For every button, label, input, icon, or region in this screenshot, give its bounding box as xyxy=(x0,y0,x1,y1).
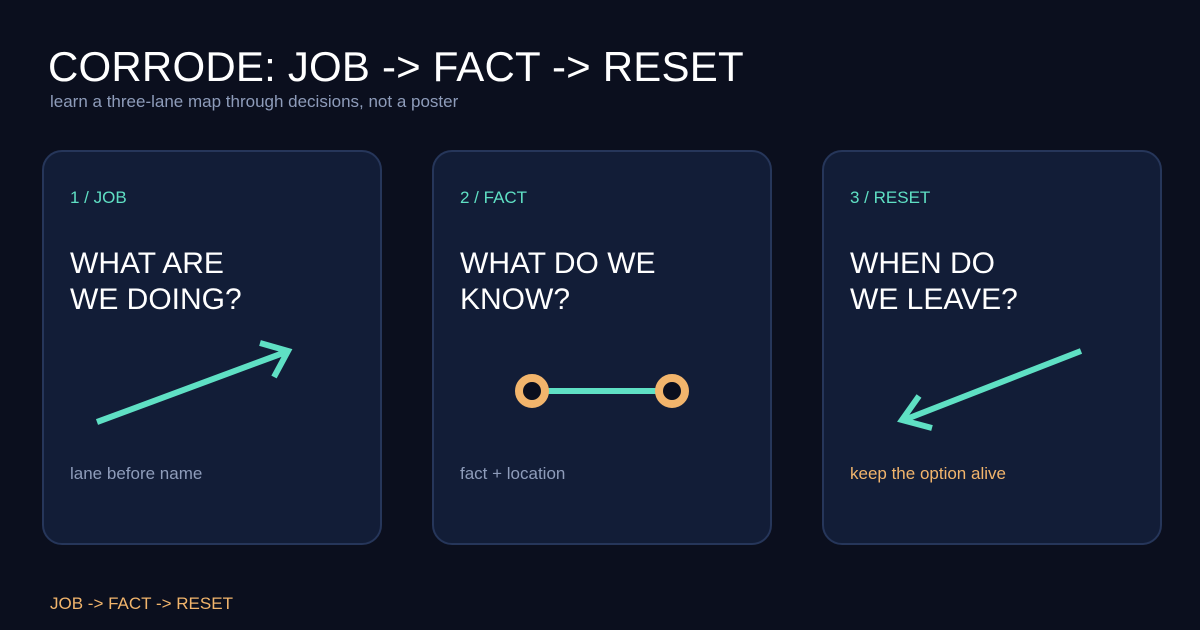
card-reset: 3 / RESET WHEN DO WE LEAVE? keep the opt… xyxy=(822,150,1162,545)
card-question-line-1: WHEN DO xyxy=(850,247,995,280)
card-question-line-2: KNOW? xyxy=(460,283,571,316)
card-job: 1 / JOB WHAT ARE WE DOING? lane before n… xyxy=(42,150,382,545)
node-end-icon xyxy=(655,374,689,408)
card-step-label: 3 / RESET xyxy=(850,188,931,207)
card-question: WHAT DO WE KNOW? xyxy=(460,246,750,318)
footer-sequence: JOB -> FACT -> RESET xyxy=(50,594,233,613)
node-start-icon xyxy=(515,374,549,408)
card-question: WHAT ARE WE DOING? xyxy=(70,246,360,318)
arrow-down-left-icon xyxy=(897,348,1083,431)
card-question-line-2: WE DOING? xyxy=(70,283,242,316)
card-caption: fact + location xyxy=(460,464,566,483)
page-subtitle: learn a three-lane map through decisions… xyxy=(50,92,459,111)
arrow-up-right-icon xyxy=(95,340,293,425)
card-caption: keep the option alive xyxy=(850,464,1006,483)
connected-nodes-icon xyxy=(515,374,689,408)
card-question: WHEN DO WE LEAVE? xyxy=(850,246,1140,318)
card-step-label: 2 / FACT xyxy=(460,188,528,207)
card-question-line-1: WHAT ARE xyxy=(70,247,224,280)
card-question-line-2: WE LEAVE? xyxy=(850,283,1018,316)
card-caption: lane before name xyxy=(70,464,203,483)
card-fact: 2 / FACT WHAT DO WE KNOW? fact + locatio… xyxy=(432,150,772,545)
card-question-line-1: WHAT DO WE xyxy=(460,247,656,280)
card-step-label: 1 / JOB xyxy=(70,188,127,207)
page-title: CORRODE: JOB -> FACT -> RESET xyxy=(48,43,744,90)
